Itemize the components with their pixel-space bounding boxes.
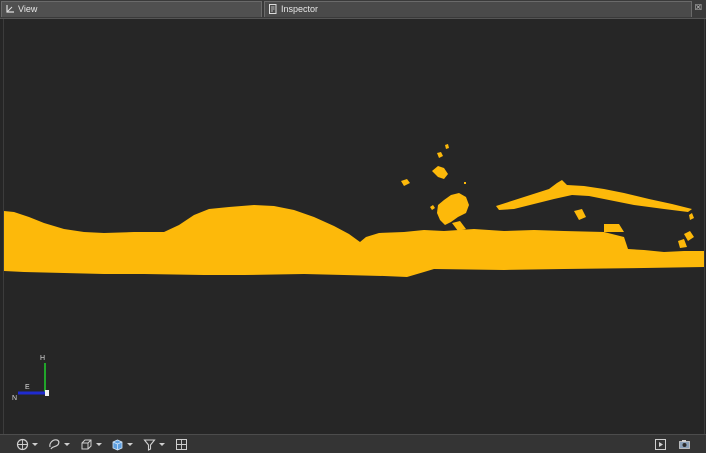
selection-lasso-icon [49,439,60,450]
chevron-down-icon [159,443,165,446]
screenshot-icon [679,440,690,449]
filter-funnel-icon [143,439,156,451]
grid-icon [176,439,187,450]
app-window: View Inspector ☒ H E N [0,0,706,453]
inspector-doc-icon [269,4,277,14]
render-mode-button[interactable] [16,438,38,451]
tab-view[interactable]: View [1,1,262,17]
bounding-box-icon [81,439,92,450]
chevron-down-icon [127,443,133,446]
cube-view-button[interactable] [111,438,133,451]
screenshot-button[interactable] [678,438,691,451]
chevron-down-icon [96,443,102,446]
selection-button[interactable] [48,438,70,451]
chevron-down-icon [64,443,70,446]
play-button[interactable] [654,438,667,451]
point-cloud-shapes [4,144,704,277]
render-mode-icon [16,438,29,451]
play-icon [655,439,666,450]
view-axis-icon [6,5,14,13]
filter-button[interactable] [143,438,165,451]
point-cloud [4,144,704,277]
tab-view-label: View [18,4,38,14]
chevron-down-icon [32,443,38,446]
axis-origin [45,390,49,396]
bounding-box-button[interactable] [80,438,102,451]
tab-inspector-label: Inspector [281,4,319,14]
axis-east-label: E [25,384,30,391]
tab-inspector[interactable]: Inspector [264,1,692,17]
grid-button[interactable] [175,438,188,451]
3d-viewport[interactable]: H E N [3,19,705,434]
panel-close-icon[interactable]: ☒ [694,3,703,12]
axis-gizmo: H E N [10,355,60,403]
bottom-toolbar [0,434,706,453]
axis-gizmo-lines [18,363,49,396]
axis-up-label: H [40,355,46,362]
tab-bar: View Inspector ☒ [0,0,706,19]
cube-view-icon [112,439,123,451]
axis-north-label: N [12,395,18,402]
